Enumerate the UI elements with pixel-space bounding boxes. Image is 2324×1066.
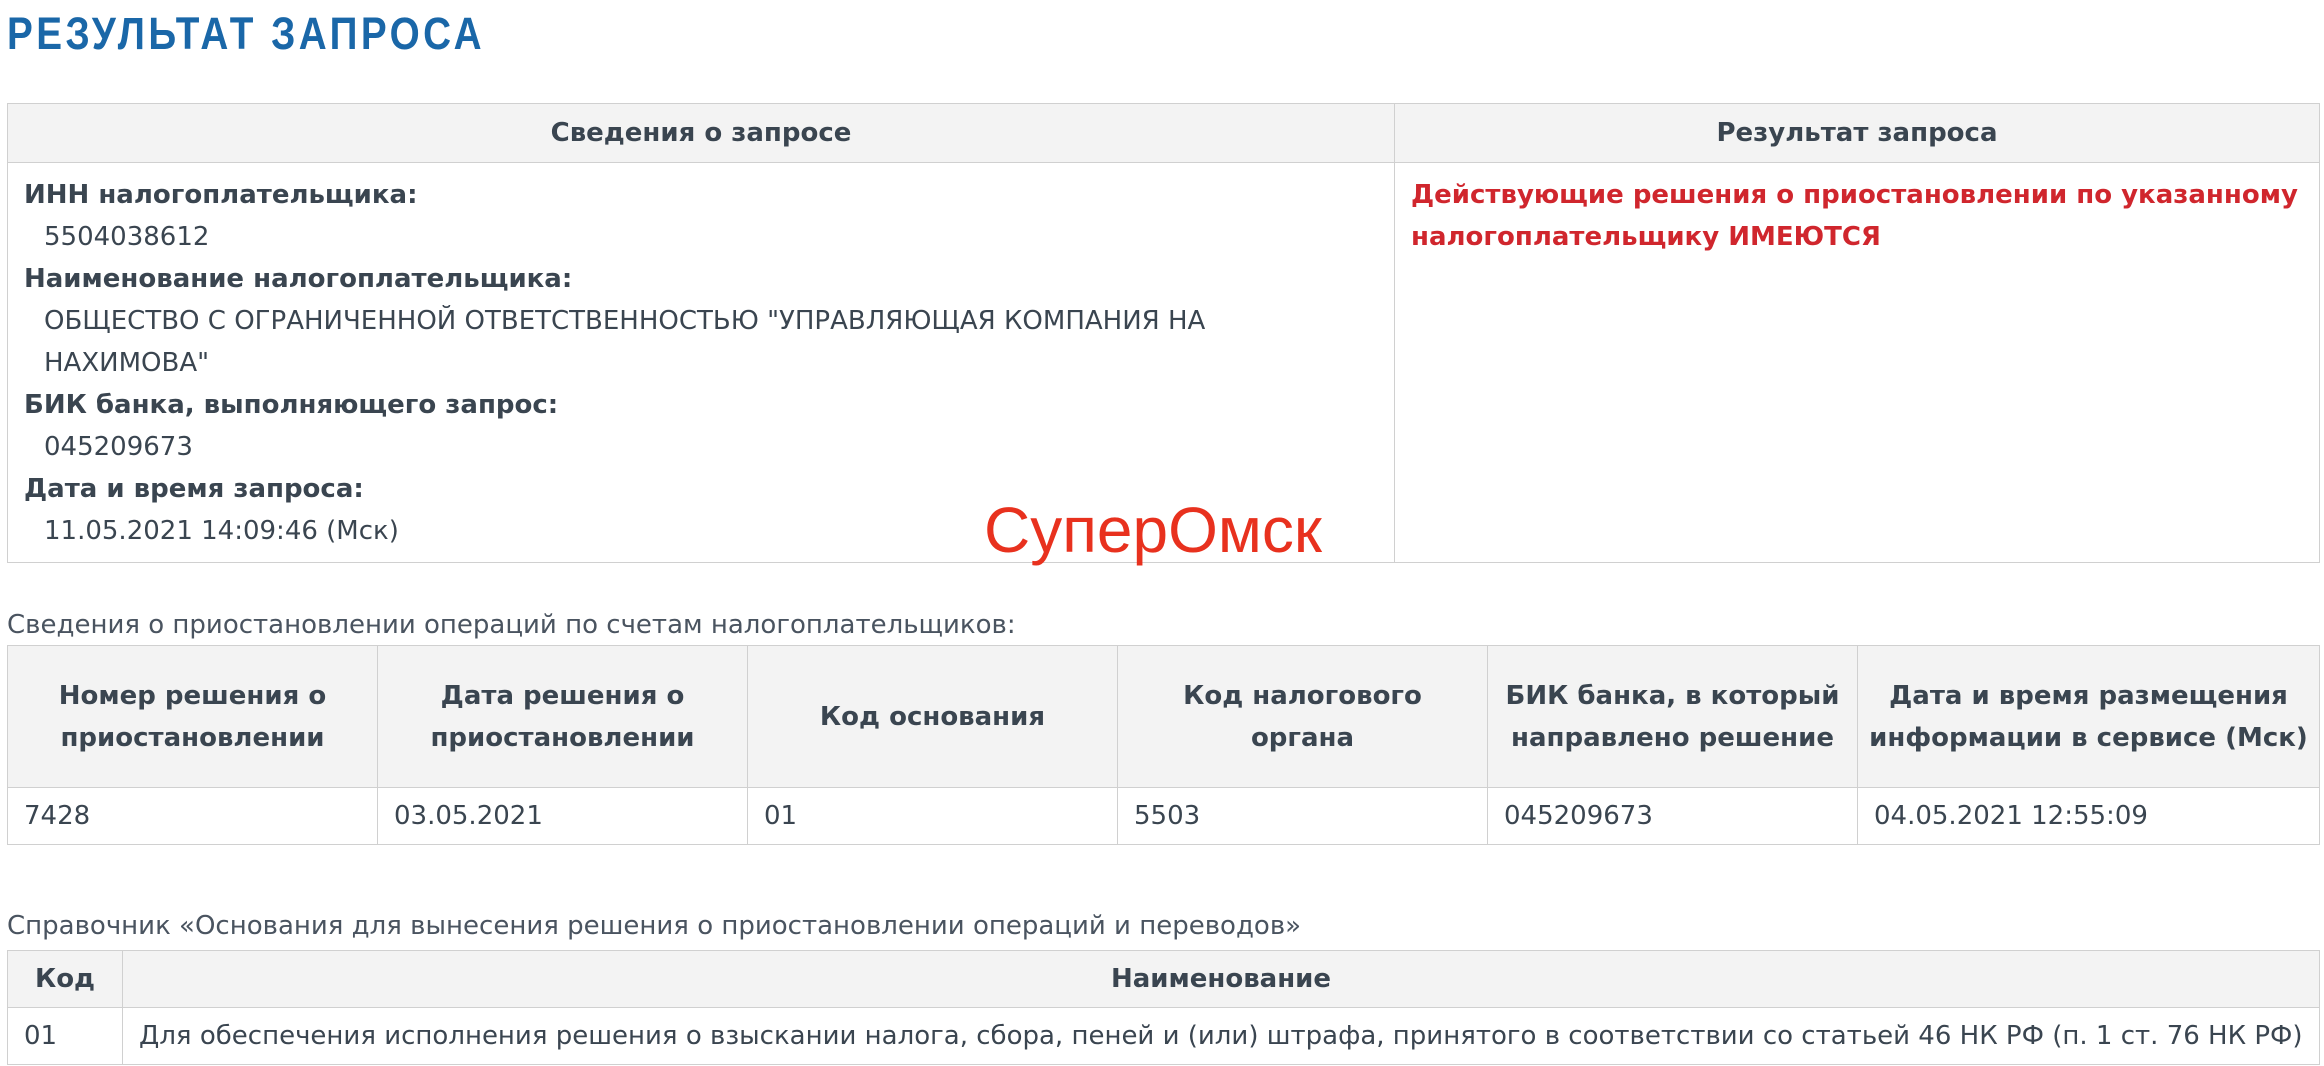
bank-bik-cell[interactable]: 045209673 — [1487, 787, 1858, 845]
reference-table: Код Наименование 01 Для обеспечения испо… — [7, 950, 2320, 1065]
col-decision-date: Дата решения о приостановлении — [377, 645, 748, 788]
decision-number-cell[interactable]: 7428 — [7, 787, 378, 845]
col-code: Код — [7, 950, 123, 1008]
suspension-table: Номер решения о приостановлении Дата реш… — [7, 645, 2320, 845]
reference-caption: Справочник «Основания для вынесения реше… — [7, 911, 1302, 941]
reference-code-cell[interactable]: 01 — [7, 1007, 123, 1065]
inn-label: ИНН налогоплательщика: — [24, 180, 418, 210]
tax-authority-code-cell[interactable]: 5503 — [1117, 787, 1488, 845]
table-row: 7428 03.05.2021 01 5503 045209673 04.05.… — [7, 787, 2320, 845]
request-info-header: Сведения о запросе — [7, 103, 1395, 163]
col-name: Наименование — [122, 950, 2320, 1008]
page-title: РЕЗУЛЬТАТ ЗАПРОСА — [7, 8, 485, 59]
col-posted-datetime: Дата и время размещения информации в сер… — [1857, 645, 2320, 788]
watermark-logo: СуперОмск — [984, 494, 1322, 566]
bank-bik-value[interactable]: 045209673 — [24, 426, 1378, 468]
col-decision-number: Номер решения о приостановлении — [7, 645, 378, 788]
taxpayer-name-label: Наименование налогоплательщика: — [24, 264, 573, 294]
request-result-header: Результат запроса — [1394, 103, 2320, 163]
suspension-caption: Сведения о приостановлении операций по с… — [7, 610, 1016, 640]
posted-datetime-cell[interactable]: 04.05.2021 12:55:09 — [1857, 787, 2320, 845]
col-reason-code: Код основания — [747, 645, 1118, 788]
reason-code-cell[interactable]: 01 — [747, 787, 1118, 845]
col-bank-bik: БИК банка, в который направлено решение — [1487, 645, 1858, 788]
inn-value[interactable]: 5504038612 — [24, 216, 1378, 258]
result-status-text: Действующие решения о приостановлении по… — [1411, 180, 2298, 252]
taxpayer-name-value[interactable]: ОБЩЕСТВО С ОГРАНИЧЕННОЙ ОТВЕТСТВЕННОСТЬЮ… — [24, 300, 1378, 384]
col-tax-authority-code: Код налогового органа — [1117, 645, 1488, 788]
bank-bik-label: БИК банка, выполняющего запрос: — [24, 390, 559, 420]
reference-name-cell[interactable]: Для обеспечения исполнения решения о взы… — [122, 1007, 2320, 1065]
table-row: 01 Для обеспечения исполнения решения о … — [7, 1007, 2320, 1065]
decision-date-cell[interactable]: 03.05.2021 — [377, 787, 748, 845]
request-result-cell: Действующие решения о приостановлении по… — [1394, 162, 2320, 563]
